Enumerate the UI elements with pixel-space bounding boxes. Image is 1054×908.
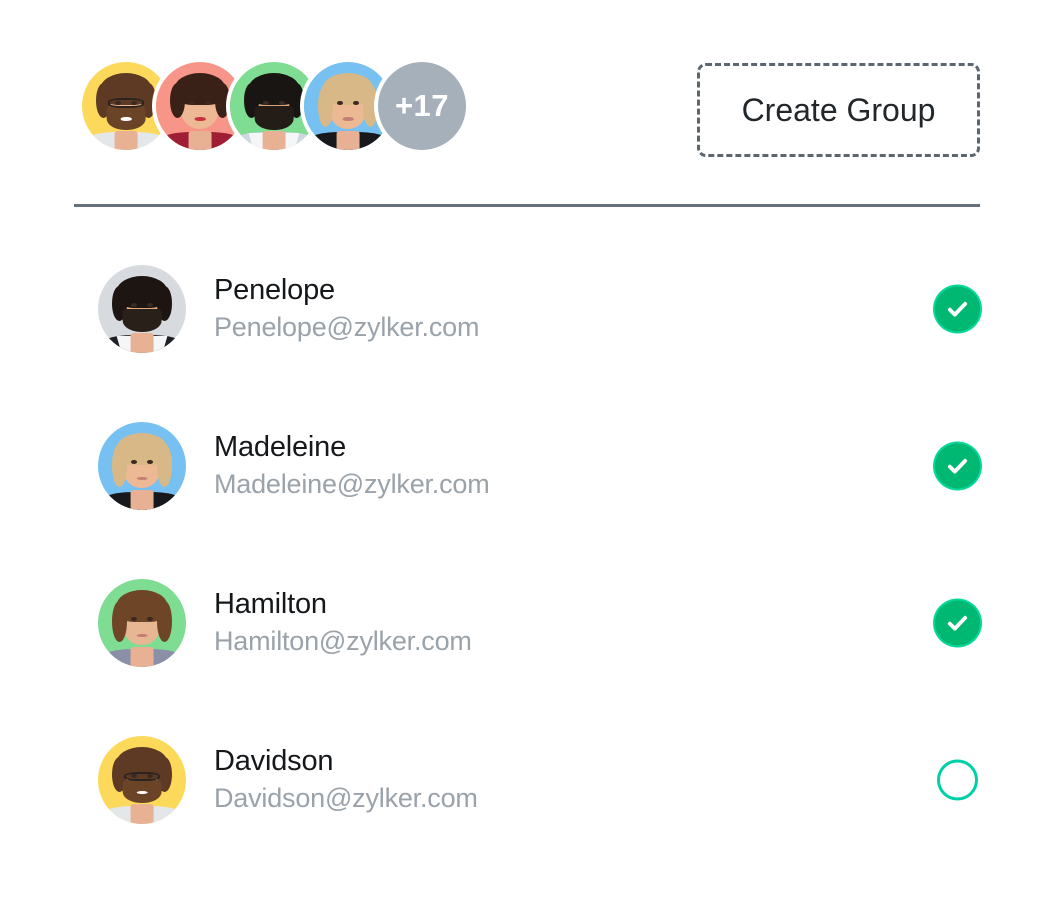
avatar — [98, 264, 186, 353]
list-item-text: Hamilton Hamilton@zylker.com — [214, 586, 472, 659]
contact-email: Davidson@zylker.com — [214, 783, 478, 814]
contact-select-toggle[interactable] — [935, 757, 980, 802]
check-circle-filled-icon — [935, 286, 980, 331]
check-circle-filled-icon — [935, 600, 980, 645]
avatar-overflow-badge[interactable]: +17 — [374, 58, 470, 154]
avatar — [98, 421, 186, 510]
avatar-illustration — [98, 421, 186, 510]
avatar-overflow-count: +17 — [394, 88, 450, 123]
avatar-illustration — [98, 735, 186, 824]
list-item-text: Madeleine Madeleine@zylker.com — [214, 429, 490, 502]
contact-email: Penelope@zylker.com — [214, 312, 480, 343]
avatar-illustration — [98, 578, 186, 667]
create-group-button-label: Create Group — [741, 91, 936, 128]
panel-header: +17 Create Group — [0, 0, 1054, 205]
contact-email: Hamilton@zylker.com — [214, 626, 472, 657]
list-item-text: Davidson Davidson@zylker.com — [214, 743, 478, 816]
contact-list: Penelope Penelope@zylker.com Madeleine M… — [0, 230, 1054, 858]
contact-name: Hamilton — [214, 587, 327, 620]
contact-select-toggle[interactable] — [935, 600, 980, 645]
contact-email: Madeleine@zylker.com — [214, 469, 490, 500]
avatar — [98, 735, 186, 824]
list-item[interactable]: Davidson Davidson@zylker.com — [0, 701, 1054, 858]
contact-name: Penelope — [214, 273, 335, 306]
header-divider — [74, 204, 980, 207]
avatar — [98, 578, 186, 667]
list-item[interactable]: Hamilton Hamilton@zylker.com — [0, 544, 1054, 701]
list-item[interactable]: Madeleine Madeleine@zylker.com — [0, 387, 1054, 544]
contact-select-toggle[interactable] — [935, 443, 980, 488]
avatar-illustration — [98, 264, 186, 353]
circle-outline-icon — [937, 759, 978, 800]
create-group-button[interactable]: Create Group — [697, 63, 980, 157]
check-circle-filled-icon — [935, 443, 980, 488]
list-item-text: Penelope Penelope@zylker.com — [214, 272, 479, 345]
contact-name: Davidson — [214, 744, 334, 777]
contact-select-toggle[interactable] — [935, 286, 980, 331]
avatar-stack[interactable]: +17 — [78, 58, 470, 154]
create-group-panel: +17 Create Group Penelope Penelope@zylke… — [0, 0, 1054, 908]
list-item[interactable]: Penelope Penelope@zylker.com — [0, 230, 1054, 387]
contact-name: Madeleine — [214, 430, 347, 463]
